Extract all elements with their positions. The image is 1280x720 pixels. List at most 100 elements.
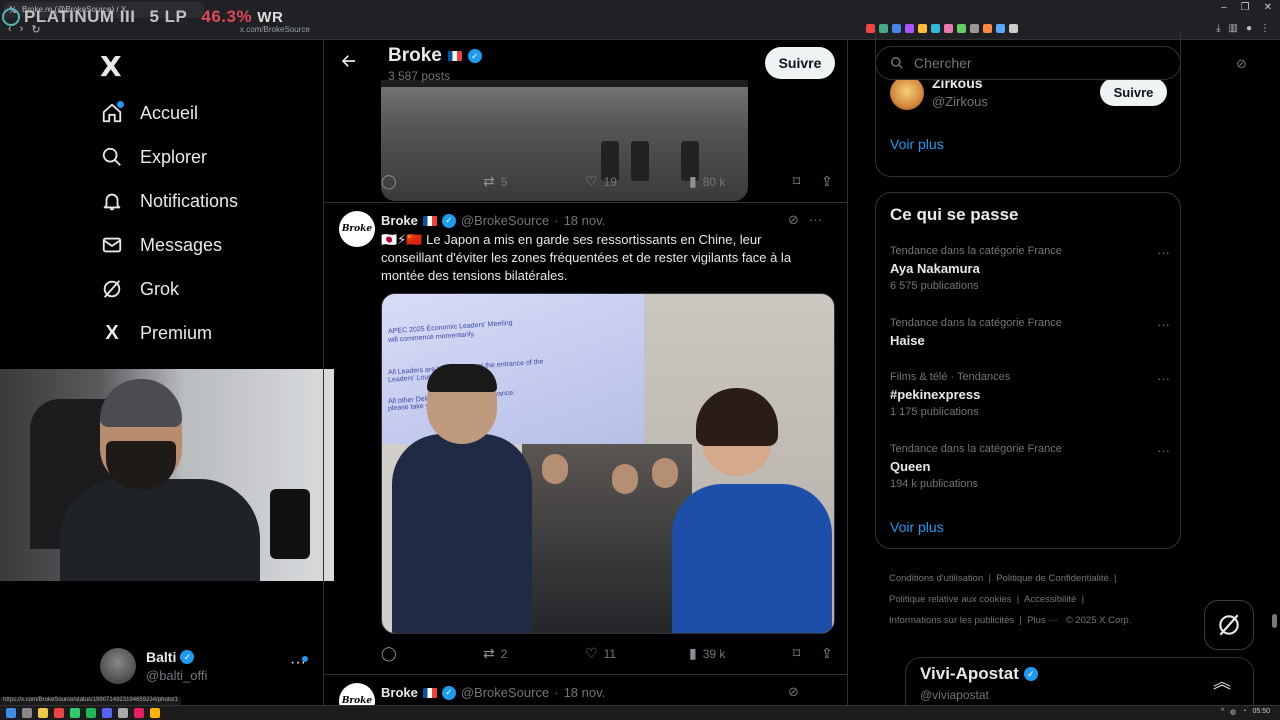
trend-count: 6 575 publications bbox=[890, 280, 979, 292]
sidebar-icon[interactable]: ▥ bbox=[1229, 23, 1238, 34]
author-name[interactable]: Broke bbox=[381, 685, 418, 700]
nav-label: Messages bbox=[140, 234, 223, 255]
block-icon[interactable]: ⊘ bbox=[788, 212, 799, 228]
trend-item[interactable]: Tendance dans la catégorie France Queen … bbox=[890, 443, 1170, 490]
tweet-image[interactable]: APEC 2025 Economic Leaders' Meeting will… bbox=[381, 293, 835, 634]
more-icon[interactable]: ··· bbox=[1157, 371, 1170, 386]
profile-icon[interactable]: ● bbox=[1246, 23, 1252, 34]
reply-button[interactable]: ◯ bbox=[381, 173, 403, 190]
tray-chevron-icon[interactable]: ^ bbox=[1221, 708, 1224, 716]
show-more-link[interactable]: Voir plus bbox=[890, 136, 944, 152]
reply-icon: ◯ bbox=[381, 645, 397, 661]
author-handle[interactable]: @BrokeSource bbox=[461, 685, 549, 700]
author-name[interactable]: Broke bbox=[381, 213, 418, 228]
menu-icon[interactable]: ⋮ bbox=[1260, 23, 1270, 34]
footer-link[interactable]: Politique de Confidentialité bbox=[996, 573, 1109, 584]
like-button[interactable]: ♡ 19 bbox=[585, 173, 617, 190]
more-icon[interactable]: ··· bbox=[809, 212, 822, 228]
download-icon[interactable]: ⤓ bbox=[1216, 23, 1220, 34]
messages-drawer[interactable]: Vivi-Apostat ✓ @viviapostat ︽ bbox=[905, 657, 1254, 705]
reply-button[interactable]: ◯ bbox=[381, 645, 403, 662]
extension-icon[interactable] bbox=[866, 24, 875, 33]
minimize-icon[interactable]: – bbox=[1221, 2, 1227, 13]
like-button[interactable]: ♡ 11 bbox=[585, 645, 616, 662]
trend-item[interactable]: Tendance dans la catégorie France Haise … bbox=[890, 317, 1170, 348]
app-icon[interactable] bbox=[70, 708, 80, 718]
tweet-date[interactable]: 18 nov. bbox=[564, 685, 606, 700]
nav-item-premium[interactable]: X Premium bbox=[100, 318, 212, 348]
trending-panel: Ce qui se passe Tendance dans la catégor… bbox=[875, 192, 1181, 549]
back-arrow-icon[interactable] bbox=[340, 52, 358, 75]
url-bar[interactable]: x.com/BrokeSource bbox=[200, 23, 760, 37]
reload-icon[interactable]: ↻ bbox=[31, 23, 40, 36]
trend-item[interactable]: Tendance dans la catégorie France Aya Na… bbox=[890, 245, 1170, 292]
bookmark-icon: ⌑ bbox=[793, 173, 801, 189]
app-icon[interactable] bbox=[150, 708, 160, 718]
search-input[interactable]: Chercher bbox=[875, 46, 1181, 80]
page-title-text: Broke bbox=[388, 45, 442, 66]
restore-icon[interactable]: ❐ bbox=[1241, 2, 1250, 13]
close-icon[interactable]: ✕ bbox=[1264, 2, 1272, 13]
follow-button[interactable]: Suivre bbox=[765, 47, 835, 79]
share-button[interactable]: ⇪ bbox=[821, 173, 833, 190]
scrollbar[interactable] bbox=[1272, 614, 1277, 628]
account-switcher[interactable]: Balti ✓ @balti_offi ··· bbox=[100, 648, 310, 688]
retweet-button[interactable]: ⇄ 5 bbox=[483, 173, 507, 190]
back-icon[interactable]: ‹ bbox=[8, 23, 12, 36]
expand-up-icon[interactable]: ︽ bbox=[1213, 668, 1231, 694]
more-icon[interactable]: ··· bbox=[1157, 317, 1170, 332]
footer-link[interactable]: Politique relative aux cookies bbox=[889, 594, 1012, 605]
retweet-button[interactable]: ⇄ 2 bbox=[483, 645, 507, 662]
more-icon[interactable]: ··· bbox=[1157, 245, 1170, 260]
app-icon[interactable] bbox=[118, 708, 128, 718]
views-button[interactable]: ▮ 80 k bbox=[689, 173, 725, 190]
start-icon[interactable] bbox=[6, 708, 16, 718]
footer-link[interactable]: Informations sur les publicités bbox=[889, 615, 1014, 626]
block-icon[interactable]: ⊘ bbox=[1236, 56, 1247, 72]
network-icon[interactable]: ◍ bbox=[1230, 708, 1236, 716]
block-icon[interactable]: ⊘ bbox=[788, 684, 799, 700]
footer-link[interactable]: Accessibilité bbox=[1024, 594, 1076, 605]
x-logo-icon[interactable]: X bbox=[100, 50, 122, 83]
app-icon[interactable] bbox=[86, 708, 96, 718]
avatar[interactable]: Broke bbox=[339, 683, 375, 705]
trend-item[interactable]: Films & télé · Tendances #pekinexpress 1… bbox=[890, 371, 1170, 418]
tweet-date[interactable]: 18 nov. bbox=[564, 213, 606, 228]
views-button[interactable]: ▮ 39 k bbox=[689, 645, 725, 662]
heart-icon: ♡ bbox=[585, 645, 598, 661]
avatar[interactable]: Broke bbox=[339, 211, 375, 247]
share-button[interactable]: ⇪ bbox=[821, 645, 833, 662]
nav-item-home[interactable]: Accueil bbox=[100, 98, 198, 128]
system-tray: ^ ◍ ◔ 05:50 bbox=[1221, 708, 1270, 716]
app-icon[interactable] bbox=[134, 708, 144, 718]
search-icon[interactable] bbox=[22, 708, 32, 718]
bookmark-button[interactable]: ⌑ bbox=[793, 645, 800, 662]
volume-icon[interactable]: ◔ bbox=[1242, 708, 1246, 716]
retweet-icon: ⇄ bbox=[483, 645, 495, 661]
more-icon[interactable]: ··· bbox=[1157, 443, 1170, 458]
app-icon[interactable] bbox=[54, 708, 64, 718]
nav-item-explore[interactable]: Explorer bbox=[100, 142, 207, 172]
clock[interactable]: 05:50 bbox=[1252, 708, 1270, 716]
image-person-right bbox=[672, 388, 832, 633]
footer-link[interactable]: Plus ··· bbox=[1027, 615, 1058, 626]
search-icon bbox=[891, 57, 903, 69]
forward-icon[interactable]: › bbox=[20, 23, 24, 36]
france-flag-icon bbox=[422, 687, 437, 698]
author-handle[interactable]: @BrokeSource bbox=[461, 213, 549, 228]
avatar[interactable] bbox=[890, 76, 924, 110]
separator: · bbox=[554, 213, 559, 228]
footer-link[interactable]: Conditions d'utilisation bbox=[889, 573, 983, 584]
trend-context: Films & télé · Tendances bbox=[890, 371, 1011, 383]
france-flag-icon bbox=[422, 215, 437, 226]
follow-button[interactable]: Suivre bbox=[1100, 78, 1167, 106]
folder-icon[interactable] bbox=[38, 708, 48, 718]
app-icon[interactable] bbox=[102, 708, 112, 718]
grok-floating-button[interactable] bbox=[1204, 600, 1254, 650]
nav-item-notifications[interactable]: Notifications bbox=[100, 186, 238, 216]
bookmark-button[interactable]: ⌑ bbox=[793, 173, 800, 190]
tweet-actions: ◯ ⇄ 5 ♡ 19 ▮ 80 k ⌑ ⇪ bbox=[381, 173, 836, 193]
show-more-link[interactable]: Voir plus bbox=[890, 519, 944, 535]
nav-item-grok[interactable]: Grok bbox=[100, 274, 179, 304]
nav-item-messages[interactable]: Messages bbox=[100, 230, 222, 260]
